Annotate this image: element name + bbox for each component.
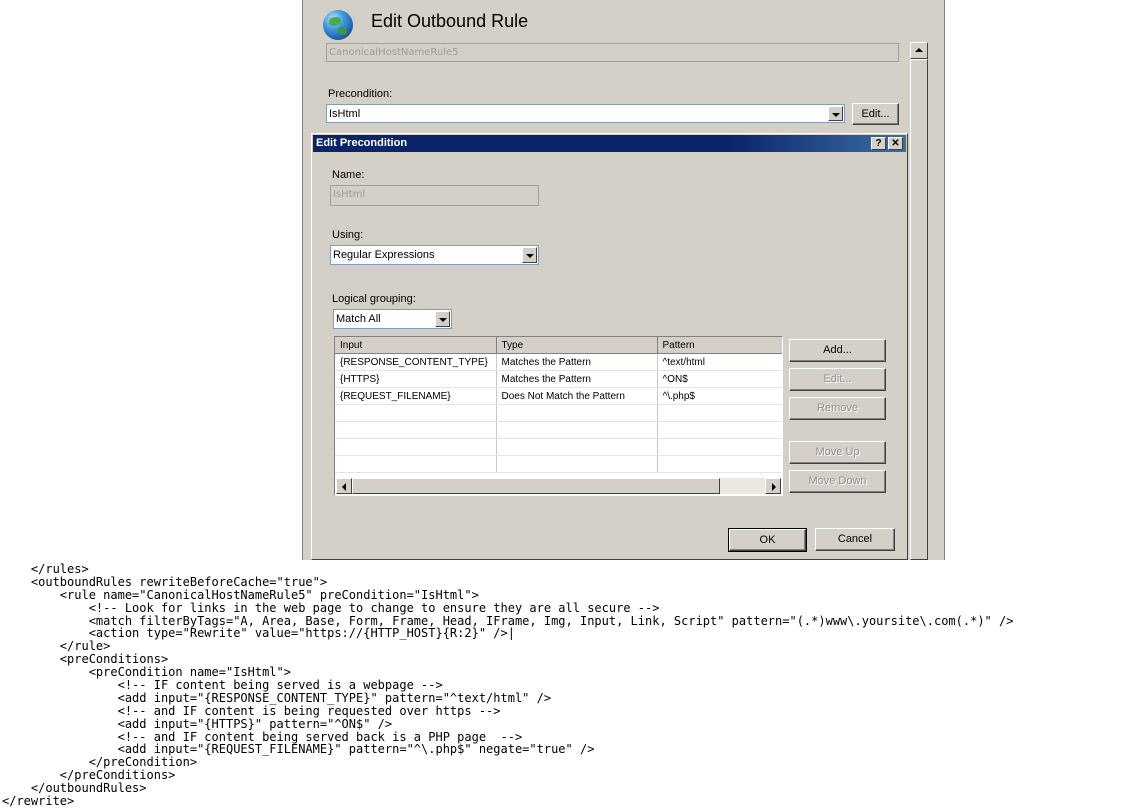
precondition-label: Precondition:: [328, 88, 393, 100]
page-title: Edit Outbound Rule: [371, 11, 529, 31]
move-down-button[interactable]: Move Down: [789, 470, 886, 493]
empty-row: [335, 438, 782, 456]
using-label: Using:: [332, 229, 364, 241]
precondition-edit-button[interactable]: Edit...: [852, 103, 899, 125]
cancel-button[interactable]: Cancel: [815, 528, 895, 551]
help-icon[interactable]: ?: [871, 137, 886, 150]
code-line: <add input="{RESPONSE_CONTENT_TYPE}" pat…: [2, 690, 552, 705]
logical-grouping-value: Match All: [336, 313, 381, 325]
code-line: </rewrite>: [2, 794, 75, 809]
cell-type: Matches the Pattern: [496, 353, 658, 371]
code-line: <!-- IF content being served is a webpag…: [2, 678, 443, 693]
table-row[interactable]: {RESPONSE_CONTENT_TYPE} Matches the Patt…: [335, 353, 782, 371]
code-line: <!-- and IF content is being requested o…: [2, 703, 501, 718]
edit-precondition-dialog: Edit Precondition ? ✕ Name: IsHtml Using…: [311, 133, 908, 560]
xml-code-listing: </rules> <outboundRules rewriteBeforeCac…: [2, 563, 1013, 808]
close-icon[interactable]: ✕: [888, 137, 903, 150]
conditions-grid[interactable]: Input Type Pattern {RESPONSE_CONTENT_TYP…: [334, 336, 783, 496]
table-row[interactable]: {HTTPS} Matches the Pattern ^ON$: [335, 370, 782, 388]
remove-condition-button[interactable]: Remove: [789, 397, 886, 420]
dialog-title: Edit Precondition: [316, 137, 408, 149]
cell-input: {REQUEST_FILENAME}: [335, 387, 497, 405]
ok-button[interactable]: OK: [728, 528, 807, 552]
table-row[interactable]: {REQUEST_FILENAME} Does Not Match the Pa…: [335, 387, 782, 405]
cell-type: Does Not Match the Pattern: [496, 387, 658, 405]
code-line: <action type="Rewrite" value="https://{H…: [2, 626, 515, 641]
grid-header-row: Input Type Pattern: [335, 337, 782, 354]
cell-type: Matches the Pattern: [496, 370, 658, 388]
column-header-input[interactable]: Input: [335, 337, 497, 354]
using-value: Regular Expressions: [333, 249, 435, 261]
code-line: </preConditions>: [2, 768, 176, 783]
cell-pattern: ^text/html: [657, 353, 782, 371]
logical-grouping-label: Logical grouping:: [332, 293, 416, 305]
logical-grouping-select[interactable]: Match All: [333, 309, 452, 329]
scroll-left-icon[interactable]: [336, 478, 352, 494]
cell-pattern: ^ON$: [657, 370, 782, 388]
code-line: </outboundRules>: [2, 781, 147, 796]
name-label: Name:: [332, 169, 365, 181]
vertical-scrollbar[interactable]: [910, 42, 928, 560]
code-line: </rules>: [2, 562, 89, 576]
precondition-value: IsHtml: [329, 108, 361, 120]
code-line: <rule name="CanonicalHostNameRule5" preC…: [2, 587, 479, 602]
scroll-right-icon[interactable]: [765, 478, 781, 494]
chevron-down-icon[interactable]: [522, 247, 537, 263]
move-up-button[interactable]: Move Up: [789, 441, 886, 464]
cell-input: {HTTPS}: [335, 370, 497, 388]
empty-row: [335, 455, 782, 473]
scroll-up-icon[interactable]: [910, 42, 928, 59]
using-select[interactable]: Regular Expressions: [330, 245, 539, 265]
name-field: IsHtml: [330, 185, 539, 206]
code-line: <add input="{HTTPS}" pattern="^ON$" />: [2, 716, 393, 731]
column-header-pattern[interactable]: Pattern: [657, 337, 782, 354]
scroll-thumb[interactable]: [910, 59, 928, 560]
empty-row: [335, 421, 782, 439]
horizontal-scrollbar[interactable]: [336, 478, 781, 494]
scroll-thumb[interactable]: [352, 478, 720, 494]
empty-row: [335, 404, 782, 422]
cell-input: {RESPONSE_CONTENT_TYPE}: [335, 353, 497, 371]
globe-icon: [323, 10, 353, 40]
precondition-select[interactable]: IsHtml: [326, 104, 845, 123]
dialog-titlebar[interactable]: Edit Precondition ? ✕: [313, 135, 906, 152]
rule-name-field: CanonicalHostNameRule5: [326, 43, 899, 62]
chevron-down-icon[interactable]: [828, 106, 843, 121]
code-line: <outboundRules rewriteBeforeCache="true"…: [2, 574, 328, 589]
column-header-type[interactable]: Type: [496, 337, 658, 354]
cell-pattern: ^\.php$: [657, 387, 782, 405]
chevron-down-icon[interactable]: [435, 311, 450, 327]
code-line: <!-- Look for links in the web page to c…: [2, 600, 660, 615]
edit-condition-button[interactable]: Edit...: [789, 368, 886, 391]
add-condition-button[interactable]: Add...: [789, 339, 886, 362]
